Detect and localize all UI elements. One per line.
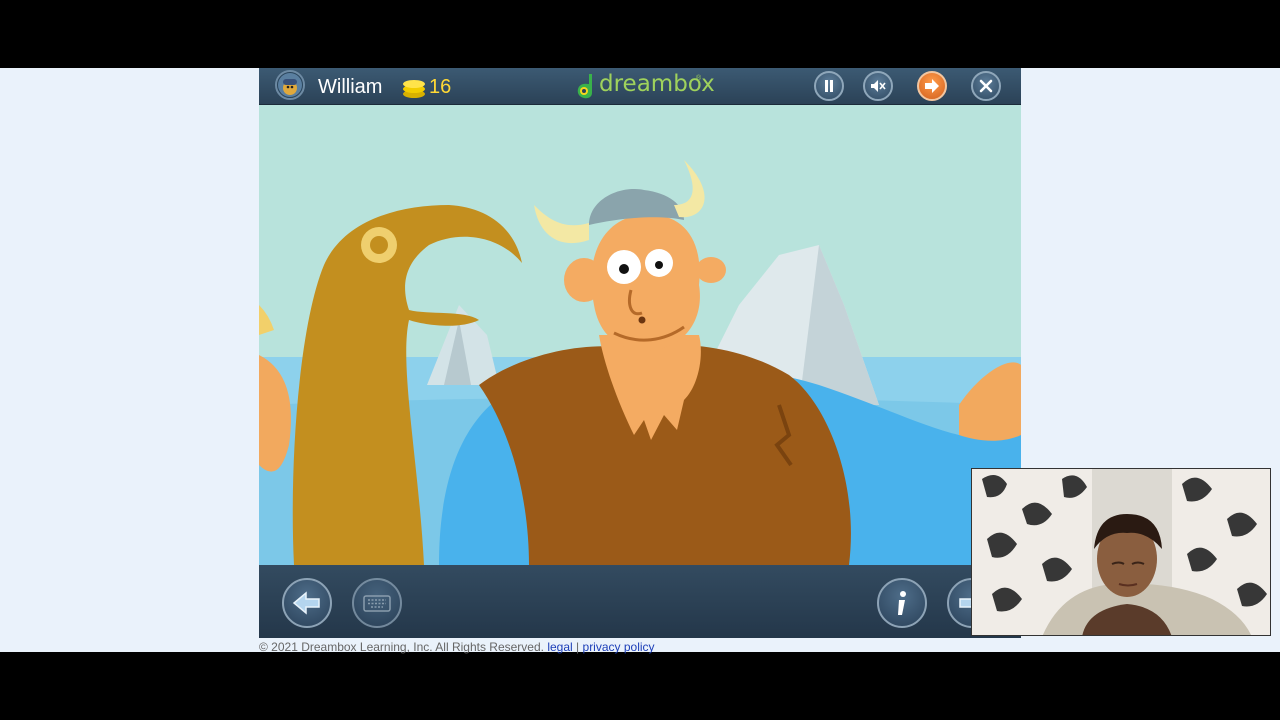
dreambox-app: William 16 dreambox ® — [259, 68, 1021, 638]
privacy-policy-link[interactable]: privacy policy — [583, 640, 655, 654]
top-toolbar: William 16 dreambox ® — [259, 68, 1021, 105]
footer-separator: | — [576, 640, 580, 654]
animation-scene[interactable] — [259, 105, 1021, 565]
webcam-overlay — [971, 468, 1271, 636]
webcam-video-image — [972, 469, 1270, 635]
avatar[interactable] — [275, 70, 305, 100]
keyboard-button[interactable] — [352, 578, 402, 628]
info-button[interactable] — [877, 578, 927, 628]
username: William — [318, 76, 383, 98]
back-button[interactable] — [282, 578, 332, 628]
logo-trademark: ® — [696, 75, 702, 82]
next-button[interactable] — [917, 71, 947, 101]
coin-stack-icon — [401, 77, 427, 104]
close-button[interactable] — [971, 71, 1001, 101]
coin-count: 16 — [429, 76, 452, 98]
pause-button[interactable] — [814, 71, 844, 101]
dreambox-logo-icon — [575, 72, 597, 100]
page-footer: © 2021 Dreambox Learning, Inc. All Right… — [259, 640, 655, 654]
copyright-text: © 2021 Dreambox Learning, Inc. All Right… — [259, 640, 544, 654]
mute-button[interactable] — [863, 71, 893, 101]
legal-link[interactable]: legal — [547, 640, 572, 654]
bottom-toolbar — [259, 565, 1021, 638]
viking-cartoon-illustration — [259, 105, 1021, 565]
